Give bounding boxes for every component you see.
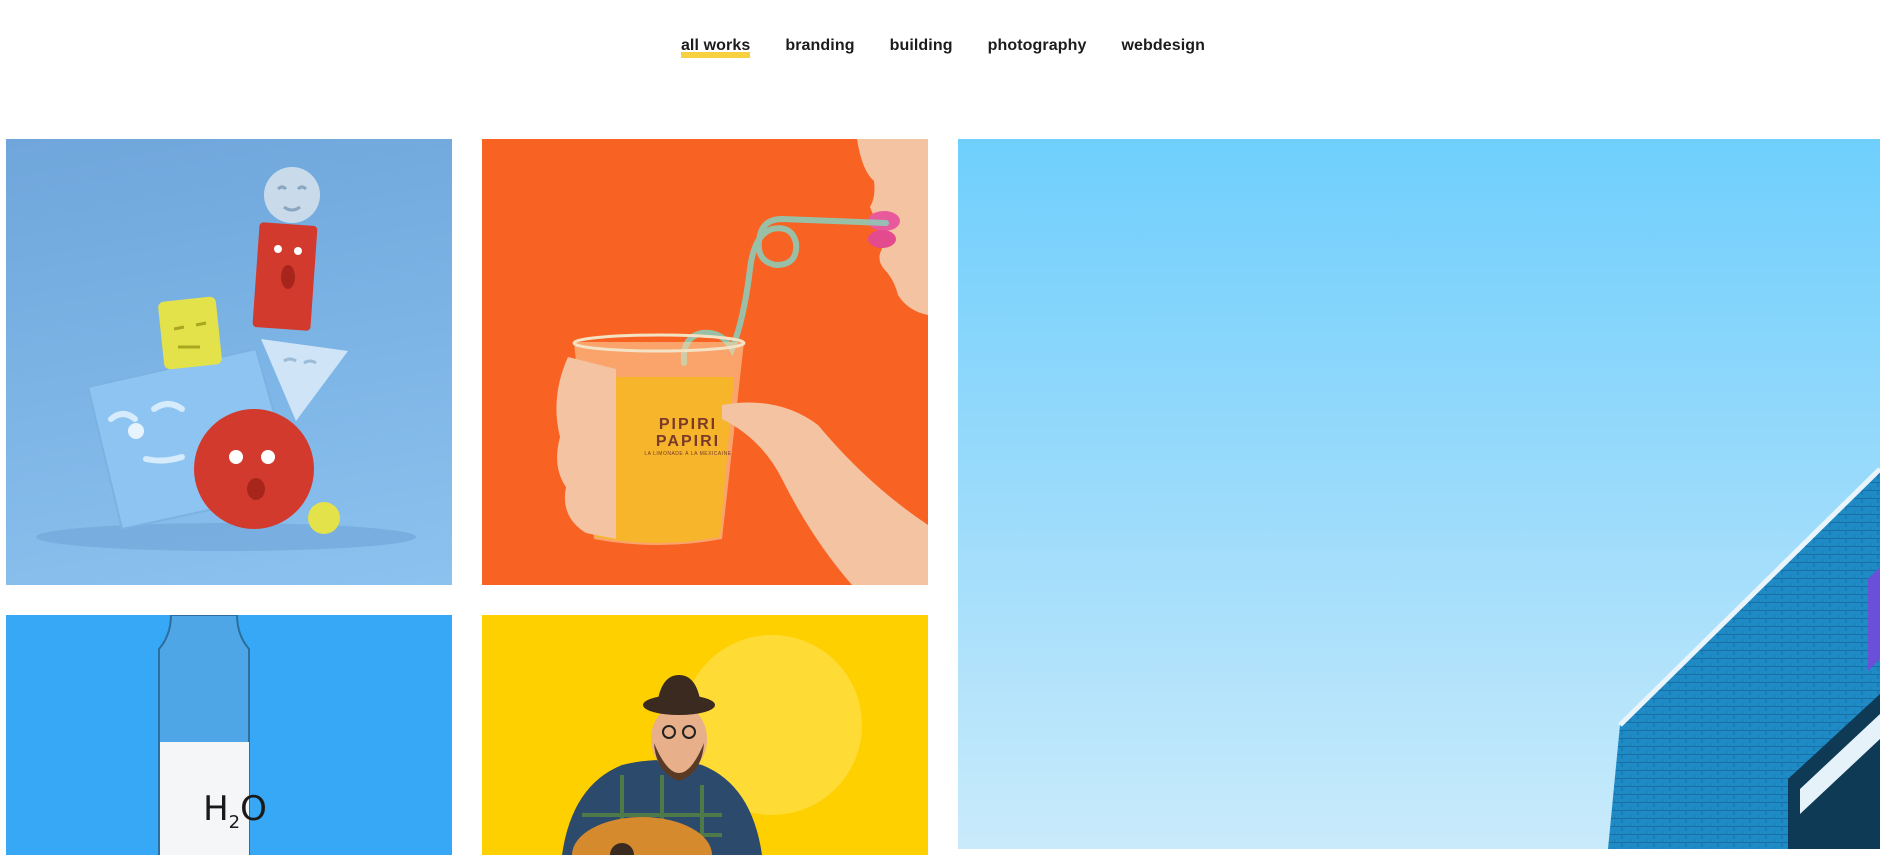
filter-webdesign[interactable]: webdesign: [1121, 34, 1205, 58]
shapes-characters-image: [36, 167, 416, 551]
filter-branding[interactable]: branding: [785, 34, 854, 58]
portfolio-item-h2o-bottle[interactable]: H2O: [6, 615, 452, 855]
portfolio-item-pipiri-papiri[interactable]: PIPIRI PAPIRI LA LIMONADE À LA MEXICAINE: [482, 139, 928, 585]
bottle-label-o: O: [240, 789, 267, 829]
filter-building[interactable]: building: [890, 34, 953, 58]
portfolio-item-shapes-characters[interactable]: [6, 139, 452, 585]
portfolio-item-building-sky[interactable]: [958, 139, 1880, 849]
filter-all-works[interactable]: all works: [680, 34, 751, 58]
guitar-player-image: [562, 635, 862, 855]
bottle-label-2: 2: [228, 811, 241, 833]
pipiri-papiri-image: [556, 139, 928, 585]
portfolio-item-guitar-player[interactable]: [482, 615, 928, 855]
portfolio-filter-nav: all works branding building photography …: [0, 34, 1886, 58]
building-sky-image: [1608, 467, 1880, 849]
bottle-label: H2O: [160, 789, 310, 833]
filter-photography[interactable]: photography: [988, 34, 1087, 58]
cup-brand-label: PIPIRI PAPIRI: [655, 416, 721, 450]
bottle-label-h: H: [203, 789, 229, 829]
cup-subtitle-label: LA LIMONADE À LA MEXICAINE: [644, 451, 732, 457]
